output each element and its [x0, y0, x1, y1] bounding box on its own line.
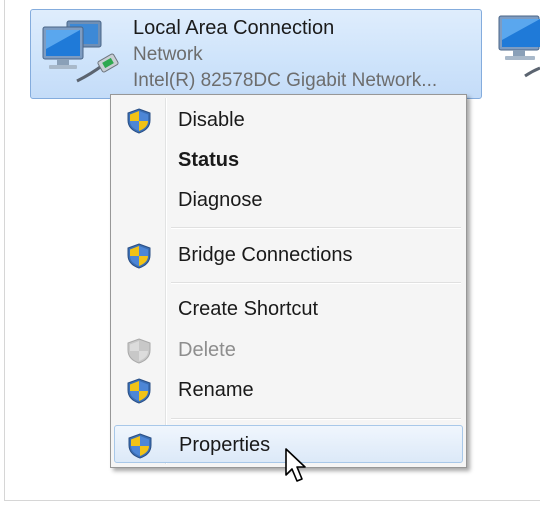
uac-shield-icon — [127, 243, 151, 269]
uac-shield-icon — [127, 108, 151, 134]
connection-name: Local Area Connection — [133, 17, 335, 39]
menu-item-create-shortcut[interactable]: Create Shortcut — [114, 290, 463, 328]
menu-item-bridge-connections[interactable]: Bridge Connections — [114, 236, 463, 274]
menu-item-label: Diagnose — [178, 189, 263, 211]
menu-item-label: Bridge Connections — [178, 244, 353, 266]
uac-shield-icon — [127, 378, 151, 404]
menu-item-status[interactable]: Status — [114, 141, 463, 179]
network-adapter-icon[interactable] — [495, 14, 540, 84]
connection-adapter: Intel(R) 82578DC Gigabit Network... — [133, 70, 438, 91]
uac-shield-icon — [128, 433, 152, 459]
mouse-pointer-icon — [285, 448, 306, 482]
network-adapter-icon — [42, 20, 119, 83]
menu-item-label: Delete — [178, 339, 236, 361]
menu-separator — [171, 418, 461, 420]
window-border-left — [4, 0, 5, 500]
menu-item-label: Rename — [178, 379, 254, 401]
menu-separator — [171, 282, 461, 284]
uac-shield-icon — [127, 338, 151, 364]
context-menu: Disable Status Diagnose Bridge Connectio… — [110, 94, 467, 468]
menu-item-disable[interactable]: Disable — [114, 101, 463, 139]
connection-tile-local-area[interactable]: Local Area Connection Network Intel(R) 8… — [30, 9, 482, 99]
menu-item-label: Disable — [178, 109, 245, 131]
window-border-bottom — [4, 500, 540, 501]
menu-item-rename[interactable]: Rename — [114, 371, 463, 409]
menu-item-diagnose[interactable]: Diagnose — [114, 181, 463, 219]
menu-item-label: Create Shortcut — [178, 298, 319, 320]
connection-network: Network — [133, 44, 203, 65]
menu-separator — [171, 227, 461, 229]
menu-item-label: Properties — [179, 434, 271, 456]
menu-item-label: Status — [178, 149, 240, 171]
menu-item-delete: Delete — [114, 331, 463, 369]
